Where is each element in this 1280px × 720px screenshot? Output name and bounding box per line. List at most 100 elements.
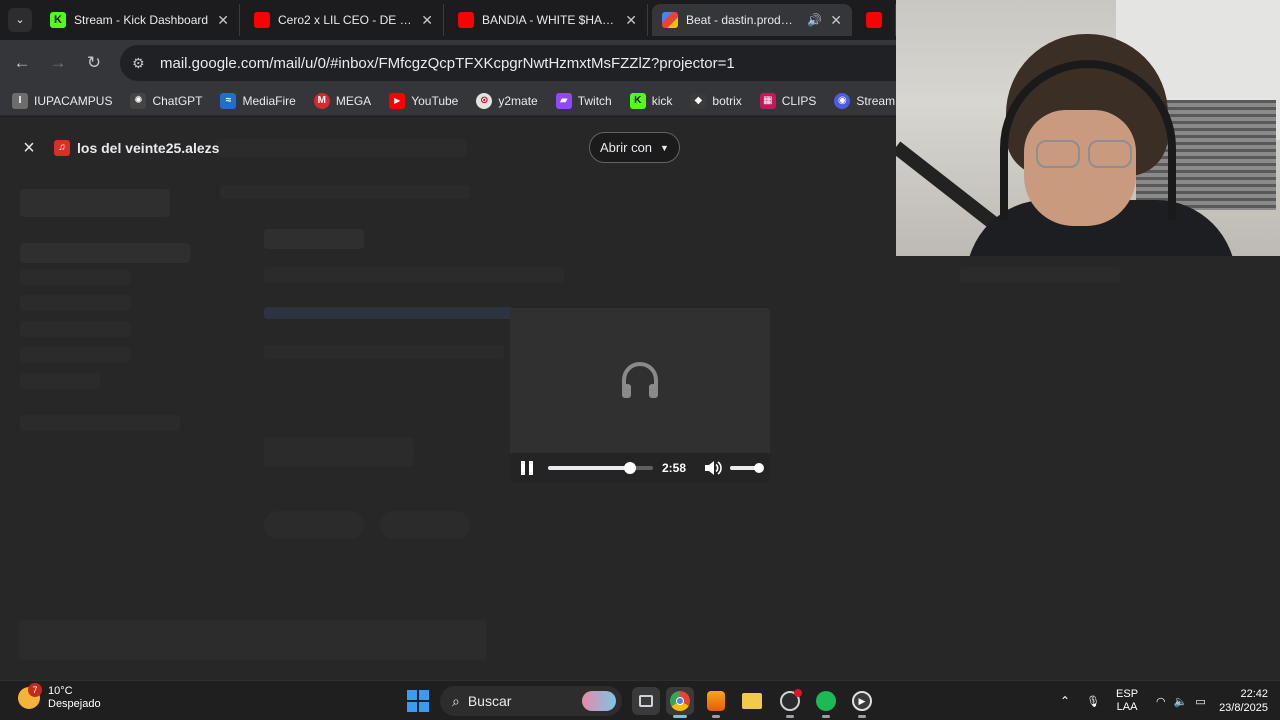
bookmark-iupacampus[interactable]: I IUPACAMPUS xyxy=(12,92,113,109)
audio-player: 2:58 xyxy=(510,308,770,483)
chevron-up-icon[interactable]: ⌃ xyxy=(1060,694,1070,708)
compose-button xyxy=(20,189,170,217)
caret-down-icon: ▼ xyxy=(660,142,669,153)
bookmark-botrix[interactable]: ◆ botrix xyxy=(690,92,742,109)
player-controls: 2:58 xyxy=(510,453,770,483)
headphones-icon xyxy=(622,362,658,398)
glasses-icon xyxy=(1036,140,1080,168)
tab-kick-dashboard[interactable]: K Stream - Kick Dashboard ✕ xyxy=(40,4,240,36)
back-icon[interactable]: ← xyxy=(4,45,40,81)
bookmark-chatgpt[interactable]: ✺ ChatGPT xyxy=(130,92,203,109)
language-indicator[interactable]: ESP LAA xyxy=(1116,688,1138,714)
close-icon[interactable]: × xyxy=(18,137,40,159)
search-icon: ⌕ xyxy=(452,692,460,709)
sidebar-item xyxy=(20,347,130,363)
pause-button[interactable] xyxy=(520,461,534,475)
bookmark-label: Twitch xyxy=(577,93,612,108)
close-tab-icon[interactable]: ✕ xyxy=(421,12,433,29)
youtube-icon xyxy=(458,12,474,28)
sidebar-item xyxy=(20,295,130,311)
address-bar[interactable]: ⚙ mail.google.com/mail/u/0/#inbox/FMfcgz… xyxy=(120,45,920,81)
bookmark-twitch[interactable]: ▰ Twitch xyxy=(555,92,612,109)
mega-icon: M xyxy=(313,92,330,109)
bookmark-mediafire[interactable]: ≈ MediaFire xyxy=(220,92,296,109)
battery-icon[interactable]: ▭ xyxy=(1195,695,1205,708)
tab-title: BANDIA - WHITE $HARK (Prod xyxy=(482,13,618,27)
seek-thumb[interactable] xyxy=(623,462,636,474)
weather-temp: 10°C xyxy=(48,685,73,697)
bookmark-clips[interactable]: ▦ CLIPS xyxy=(759,92,817,109)
bookmark-mega[interactable]: M MEGA xyxy=(313,92,371,109)
fl-studio-icon[interactable] xyxy=(702,687,730,718)
tab-youtube-bandia[interactable]: BANDIA - WHITE $HARK (Prod ✕ xyxy=(448,4,648,36)
taskbar-clock[interactable]: 22:42 23/8/2025 xyxy=(1212,687,1268,715)
sender xyxy=(264,267,564,283)
task-view-icon[interactable] xyxy=(632,687,660,715)
chatgpt-icon: ✺ xyxy=(130,92,147,109)
volume-icon[interactable] xyxy=(704,460,722,476)
weather-condition: Despejado xyxy=(48,698,101,710)
close-tab-icon[interactable]: ✕ xyxy=(830,12,842,29)
sidebar-inbox xyxy=(20,243,190,263)
media-player-icon[interactable]: ▶ xyxy=(848,687,876,718)
glasses-icon xyxy=(1088,140,1132,168)
webcam-overlay xyxy=(896,0,1280,256)
bookmark-label: ChatGPT xyxy=(152,93,203,108)
gmail-icon xyxy=(662,12,678,28)
tab-youtube-es[interactable]: Es xyxy=(856,4,896,36)
date-row xyxy=(960,267,1120,283)
weather-widget[interactable]: 7 10°C Despejado xyxy=(18,683,101,711)
tab-title: Cero2 x LIL CEO - DE 1 LE DE xyxy=(278,13,413,27)
keyboard-layout: LAA xyxy=(1116,701,1138,713)
attachment-chip xyxy=(264,437,414,467)
seek-bar[interactable] xyxy=(548,462,653,474)
close-tab-icon[interactable]: ✕ xyxy=(625,12,637,29)
clock-time: 22:42 xyxy=(1240,688,1268,700)
spotify-icon[interactable] xyxy=(812,687,840,718)
botrix-icon: ◆ xyxy=(690,92,707,109)
clips-icon: ▦ xyxy=(759,92,776,109)
system-tray: ⌃ 🎙 ESP LAA ◠ 🔈 ▭ xyxy=(1060,681,1206,720)
wifi-icon[interactable]: ◠ xyxy=(1156,695,1166,708)
tab-youtube-cero2[interactable]: Cero2 x LIL CEO - DE 1 LE DE ✕ xyxy=(244,4,444,36)
windows-start-icon[interactable] xyxy=(407,690,429,712)
bookmark-label: IUPACAMPUS xyxy=(34,93,113,108)
taskbar-search[interactable]: ⌕ Buscar xyxy=(440,686,622,716)
sidebar-item xyxy=(20,373,100,389)
notification-badge: 7 xyxy=(28,683,42,697)
clock-date: 23/8/2025 xyxy=(1219,702,1268,714)
youtube-icon xyxy=(254,12,270,28)
volume-thumb[interactable] xyxy=(753,463,764,473)
bookmark-label: MediaFire xyxy=(242,93,296,108)
obs-icon[interactable] xyxy=(776,687,804,718)
kick-icon: K xyxy=(629,92,646,109)
file-explorer-icon[interactable] xyxy=(738,687,766,715)
notification-banner xyxy=(19,620,486,660)
streamelements-icon: ◉ xyxy=(834,92,851,109)
labels-header xyxy=(20,415,180,431)
bookmark-y2mate[interactable]: ⊙ y2mate xyxy=(476,92,538,109)
subject xyxy=(264,229,364,249)
speaker-icon[interactable]: 🔈 xyxy=(1174,695,1188,708)
site-settings-icon[interactable]: ⚙ xyxy=(132,55,150,72)
sun-icon: 7 xyxy=(18,683,42,709)
sidebar-item xyxy=(20,321,130,337)
search-placeholder: Buscar xyxy=(467,693,512,709)
tab-gmail-beat[interactable]: Beat - dastin.prod@gmail.com 🔊 ✕ xyxy=(652,4,852,36)
chrome-icon[interactable] xyxy=(666,687,694,718)
reload-icon[interactable]: ↻ xyxy=(76,45,112,81)
tab-search-icon[interactable]: ⌄ xyxy=(8,8,32,32)
forward-icon[interactable]: → xyxy=(40,45,76,81)
microphone-icon[interactable]: 🎙 xyxy=(1086,695,1100,708)
open-with-button[interactable]: Abrir con ▼ xyxy=(589,132,680,163)
twitch-icon: ▰ xyxy=(555,92,572,109)
speaker-icon[interactable]: 🔊 xyxy=(807,13,822,27)
bookmark-kick[interactable]: Kkick xyxy=(629,92,672,109)
bookmark-label: CLIPS xyxy=(781,93,817,108)
open-with-label: Abrir con xyxy=(600,140,653,155)
volume-slider[interactable] xyxy=(730,463,764,473)
close-tab-icon[interactable]: ✕ xyxy=(217,12,229,29)
file-name: los del veinte25.alezs xyxy=(77,140,220,156)
bookmark-label: y2mate xyxy=(498,93,538,108)
bookmark-youtube[interactable]: ▶ YouTube xyxy=(389,92,458,109)
